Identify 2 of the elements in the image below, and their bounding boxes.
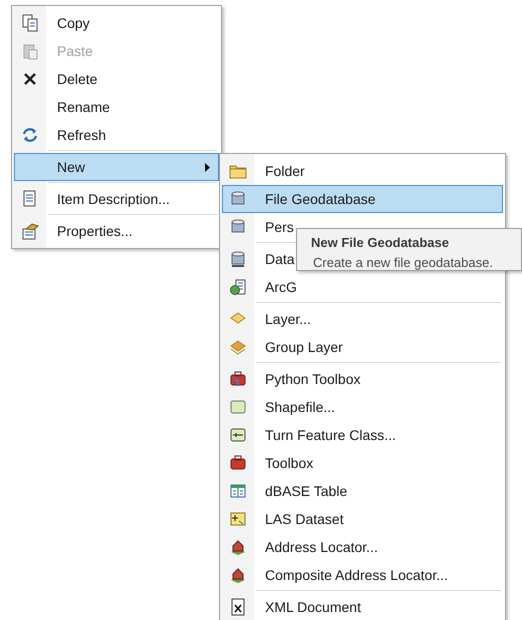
- tooltip-title: New File Geodatabase: [311, 235, 450, 250]
- tooltip-text: Create a new file geodatabase.: [313, 255, 494, 270]
